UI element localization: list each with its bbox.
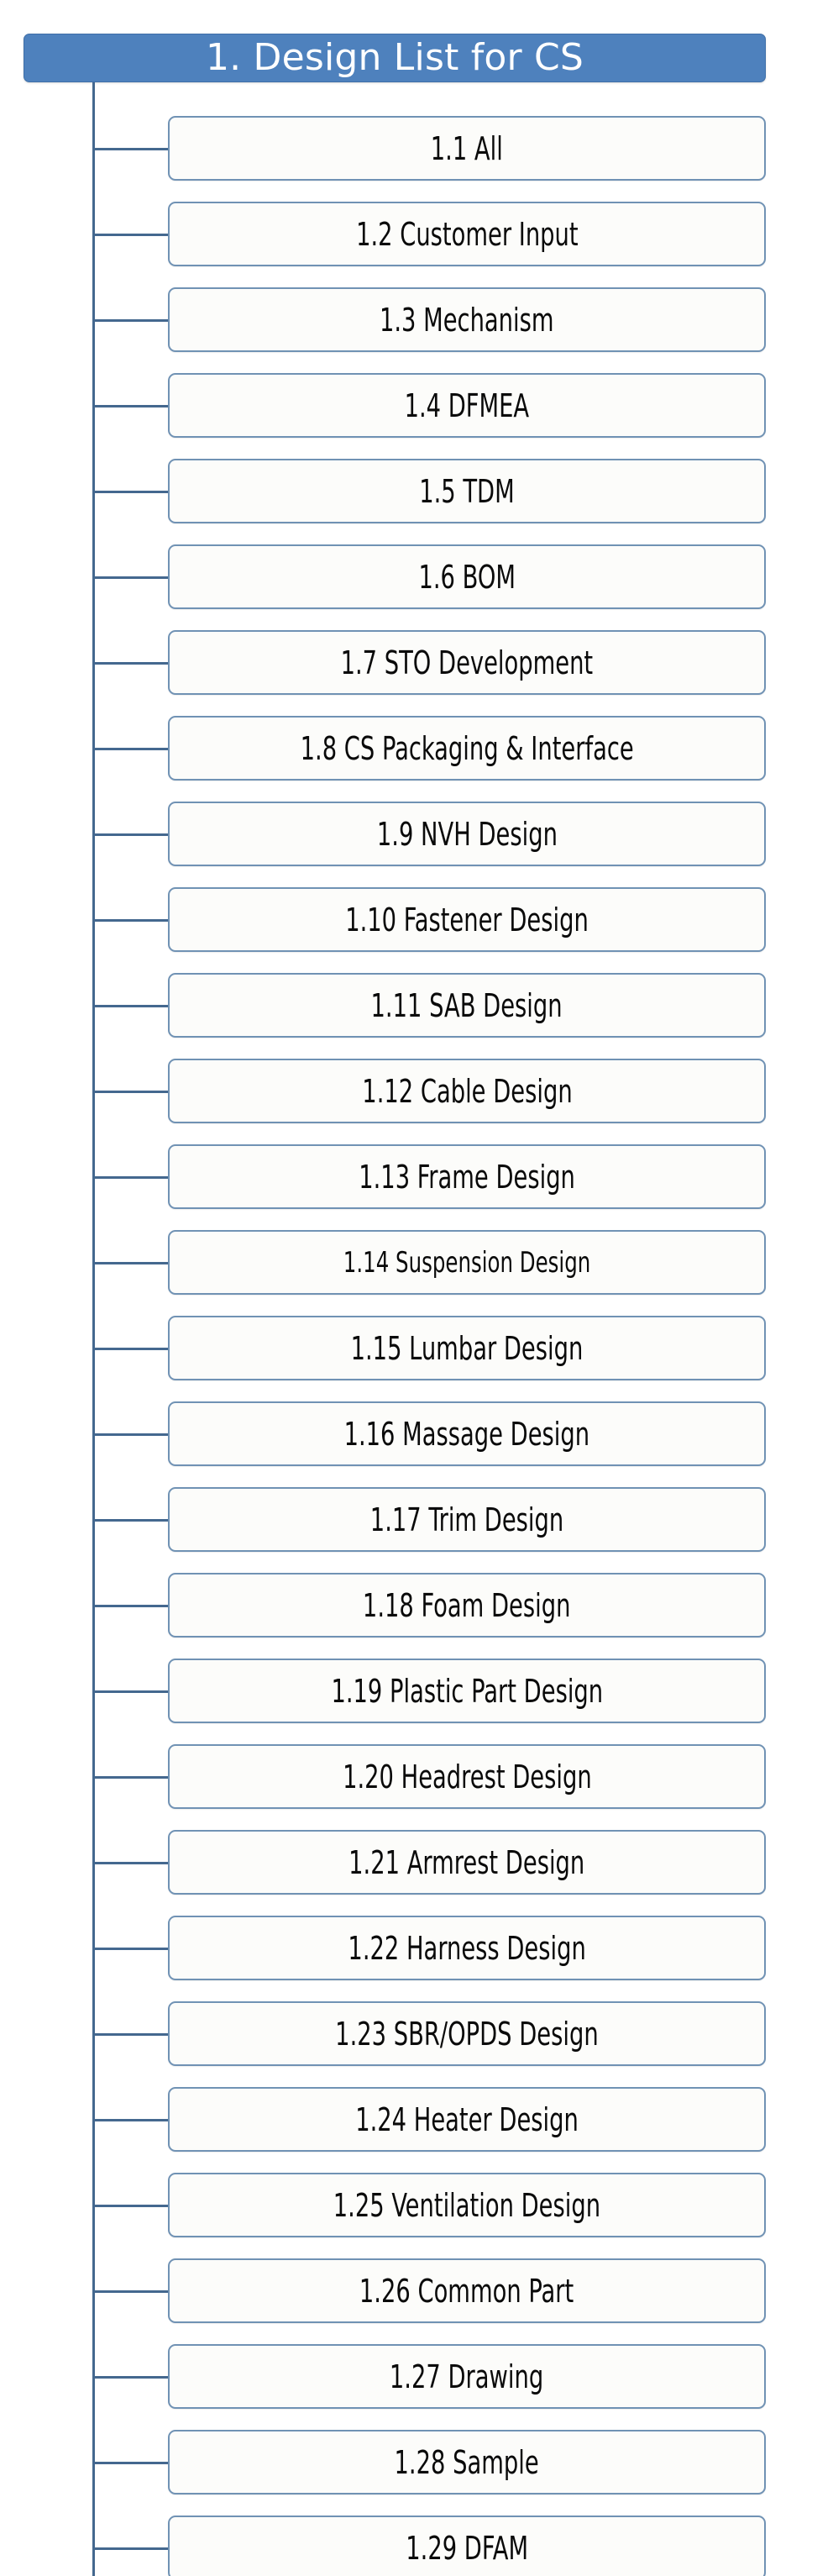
root-node-label: 1. Design List for CS [205, 36, 584, 79]
child-node-label: 1.6 BOM [418, 558, 516, 596]
child-node-label: 1.20 Headrest Design [342, 1758, 592, 1795]
child-node-label: 1.7 STO Development [340, 644, 594, 681]
connector-elbow [92, 576, 170, 579]
child-node-label: 1.1 All [430, 129, 504, 167]
connector-elbow [92, 1518, 170, 1522]
child-node-label: 1.2 Customer Input [355, 215, 579, 253]
child-node[interactable]: 1.24 Heater Design [168, 2087, 766, 2152]
child-node-label: 1.24 Heater Design [355, 2100, 579, 2138]
connector-elbow [92, 1775, 170, 1779]
connector-elbow [92, 404, 170, 407]
connector-elbow [92, 233, 170, 236]
child-node-label: 1.9 NVH Design [376, 815, 558, 853]
connector-elbow [92, 2204, 170, 2207]
child-node[interactable]: 1.11 SAB Design [168, 973, 766, 1038]
child-node[interactable]: 1.2 Customer Input [168, 202, 766, 266]
child-node[interactable]: 1.25 Ventilation Design [168, 2173, 766, 2237]
connector-elbow [92, 2289, 170, 2293]
child-node-label: 1.13 Frame Design [359, 1158, 575, 1196]
child-node-label: 1.21 Armrest Design [348, 1843, 585, 1881]
child-node[interactable]: 1.4 DFMEA [168, 373, 766, 438]
child-node[interactable]: 1.28 Sample [168, 2430, 766, 2495]
connector-elbow [92, 1347, 170, 1350]
connector-elbow [92, 318, 170, 322]
connector-elbow [92, 1175, 170, 1179]
connector-elbow [92, 2118, 170, 2121]
child-node-label: 1.14 Suspension Design [343, 1245, 591, 1280]
child-node[interactable]: 1.6 BOM [168, 544, 766, 609]
child-node[interactable]: 1.12 Cable Design [168, 1059, 766, 1123]
connector-elbow [92, 747, 170, 750]
connector-elbow [92, 2375, 170, 2379]
child-node-label: 1.28 Sample [394, 2443, 540, 2481]
child-node-label: 1.3 Mechanism [380, 301, 554, 339]
connector-elbow [92, 2547, 170, 2550]
connector-elbow [92, 2461, 170, 2464]
child-node-label: 1.11 SAB Design [370, 986, 563, 1024]
connector-elbow [92, 661, 170, 665]
child-node[interactable]: 1.7 STO Development [168, 630, 766, 695]
child-node[interactable]: 1.23 SBR/OPDS Design [168, 2001, 766, 2066]
child-node[interactable]: 1.13 Frame Design [168, 1144, 766, 1209]
child-node[interactable]: 1.18 Foam Design [168, 1573, 766, 1638]
child-node[interactable]: 1.27 Drawing [168, 2344, 766, 2409]
connector-elbow [92, 833, 170, 836]
child-node[interactable]: 1.16 Massage Design [168, 1401, 766, 1466]
connector-elbow [92, 1861, 170, 1864]
child-node[interactable]: 1.10 Fastener Design [168, 887, 766, 952]
child-node-label: 1.4 DFMEA [404, 386, 530, 424]
child-node[interactable]: 1.3 Mechanism [168, 287, 766, 352]
child-node[interactable]: 1.15 Lumbar Design [168, 1316, 766, 1380]
child-node[interactable]: 1.21 Armrest Design [168, 1830, 766, 1895]
connector-elbow [92, 1004, 170, 1007]
connector-elbow [92, 1261, 170, 1264]
child-node[interactable]: 1.17 Trim Design [168, 1487, 766, 1552]
child-node-label: 1.12 Cable Design [361, 1072, 573, 1110]
connector-elbow [92, 918, 170, 922]
child-node-label: 1.16 Massage Design [343, 1415, 590, 1453]
child-node[interactable]: 1.5 TDM [168, 459, 766, 523]
child-node[interactable]: 1.20 Headrest Design [168, 1744, 766, 1809]
child-node[interactable]: 1.9 NVH Design [168, 802, 766, 866]
child-node-label: 1.26 Common Part [359, 2272, 574, 2310]
root-node-design-list-for-cs[interactable]: 1. Design List for CS [24, 34, 766, 82]
child-node[interactable]: 1.19 Plastic Part Design [168, 1659, 766, 1723]
connector-elbow [92, 1947, 170, 1950]
connector-elbow [92, 147, 170, 150]
connector-elbow [92, 1604, 170, 1607]
child-node-label: 1.17 Trim Design [369, 1501, 564, 1538]
connector-elbow [92, 1433, 170, 1436]
connector-trunk [92, 82, 95, 2576]
child-node[interactable]: 1.1 All [168, 116, 766, 181]
child-node-label: 1.10 Fastener Design [345, 901, 589, 938]
child-node[interactable]: 1.8 CS Packaging & Interface [168, 716, 766, 781]
child-node-label: 1.27 Drawing [390, 2358, 544, 2395]
connector-elbow [92, 490, 170, 493]
connector-elbow [92, 1690, 170, 1693]
connector-elbow [92, 2032, 170, 2036]
child-node-label: 1.18 Foam Design [363, 1586, 571, 1624]
child-node-label: 1.22 Harness Design [348, 1929, 586, 1967]
child-node-label: 1.8 CS Packaging & Interface [300, 729, 634, 767]
child-node[interactable]: 1.29 DFAM [168, 2516, 766, 2576]
child-node-label: 1.15 Lumbar Design [350, 1329, 584, 1367]
child-node-label: 1.29 DFAM [406, 2529, 528, 2567]
child-node-label: 1.5 TDM [419, 472, 515, 510]
child-node-label: 1.19 Plastic Part Design [331, 1672, 603, 1710]
connector-elbow [92, 1090, 170, 1093]
child-node-label: 1.23 SBR/OPDS Design [335, 2015, 599, 2053]
design-list-diagram: 1. Design List for CS 1.1 All 1.2 Custome… [0, 0, 833, 2576]
child-node-label: 1.25 Ventilation Design [333, 2186, 601, 2224]
child-node[interactable]: 1.22 Harness Design [168, 1916, 766, 1980]
child-node[interactable]: 1.26 Common Part [168, 2258, 766, 2323]
child-node[interactable]: 1.14 Suspension Design [168, 1230, 766, 1295]
